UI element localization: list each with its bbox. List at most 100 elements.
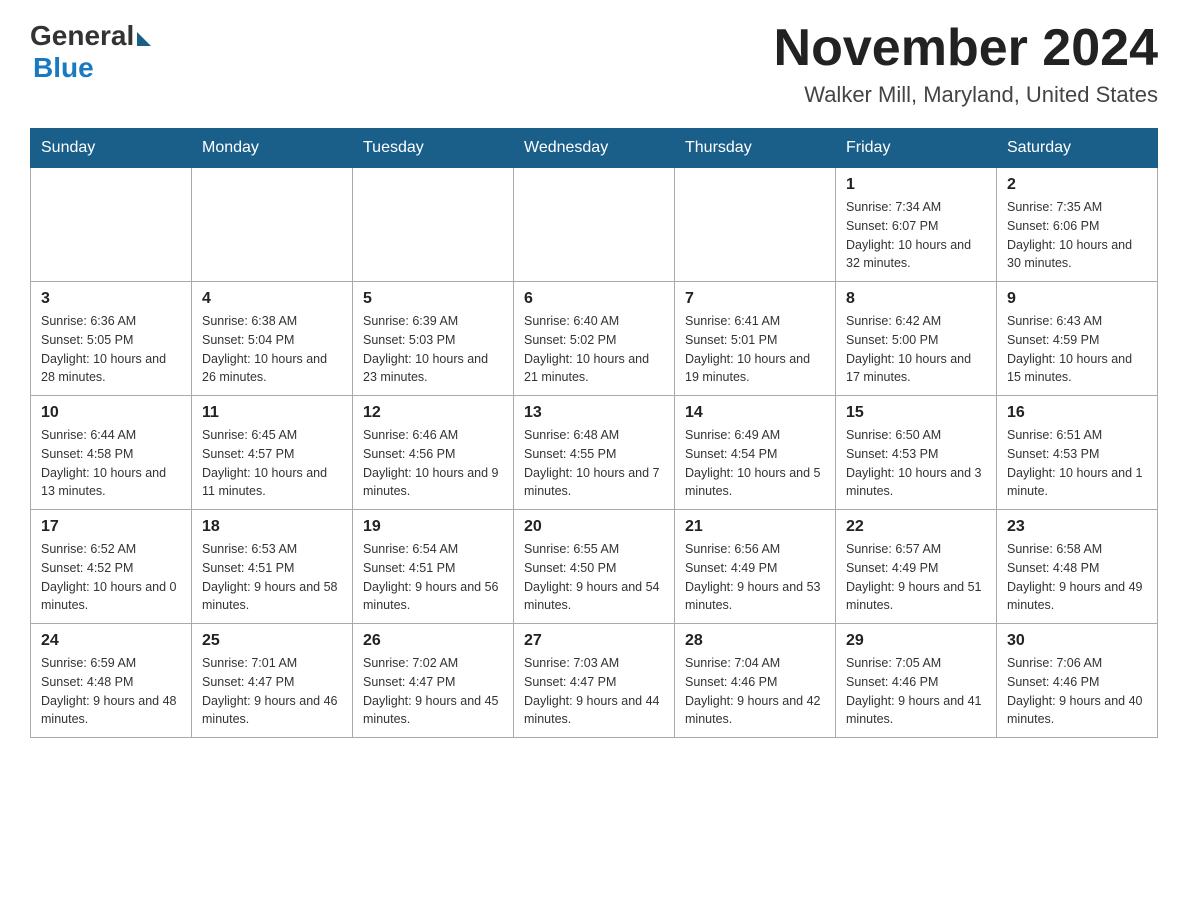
calendar-cell: 27 Sunrise: 7:03 AM Sunset: 4:47 PM Dayli… (514, 624, 675, 738)
day-info: Sunrise: 6:55 AM Sunset: 4:50 PM Dayligh… (524, 540, 664, 615)
day-number: 19 (363, 518, 503, 536)
day-info: Sunrise: 6:44 AM Sunset: 4:58 PM Dayligh… (41, 426, 181, 501)
calendar-cell: 3 Sunrise: 6:36 AM Sunset: 5:05 PM Daylig… (31, 282, 192, 396)
calendar-cell: 18 Sunrise: 6:53 AM Sunset: 4:51 PM Dayli… (192, 510, 353, 624)
logo-general-text: General (30, 20, 134, 52)
day-info: Sunrise: 7:04 AM Sunset: 4:46 PM Dayligh… (685, 654, 825, 729)
day-info: Sunrise: 6:52 AM Sunset: 4:52 PM Dayligh… (41, 540, 181, 615)
calendar-cell: 16 Sunrise: 6:51 AM Sunset: 4:53 PM Dayli… (997, 396, 1158, 510)
day-number: 9 (1007, 290, 1147, 308)
day-info: Sunrise: 6:40 AM Sunset: 5:02 PM Dayligh… (524, 312, 664, 387)
calendar-cell: 28 Sunrise: 7:04 AM Sunset: 4:46 PM Dayli… (675, 624, 836, 738)
day-number: 27 (524, 632, 664, 650)
calendar-cell: 2Sunrise: 7:35 AM Sunset: 6:06 PM Daylig… (997, 168, 1158, 282)
column-header-friday: Friday (836, 129, 997, 168)
day-info: Sunrise: 6:56 AM Sunset: 4:49 PM Dayligh… (685, 540, 825, 615)
day-number: 13 (524, 404, 664, 422)
calendar-cell: 10 Sunrise: 6:44 AM Sunset: 4:58 PM Dayli… (31, 396, 192, 510)
day-number: 8 (846, 290, 986, 308)
day-number: 20 (524, 518, 664, 536)
week-row-4: 17 Sunrise: 6:52 AM Sunset: 4:52 PM Dayli… (31, 510, 1158, 624)
day-info: Sunrise: 6:45 AM Sunset: 4:57 PM Dayligh… (202, 426, 342, 501)
calendar-cell: 26Sunrise: 7:02 AM Sunset: 4:47 PM Dayli… (353, 624, 514, 738)
calendar-cell: 17 Sunrise: 6:52 AM Sunset: 4:52 PM Dayli… (31, 510, 192, 624)
day-info: Sunrise: 6:42 AM Sunset: 5:00 PM Dayligh… (846, 312, 986, 387)
logo-arrow-icon (137, 32, 151, 46)
calendar-cell (192, 168, 353, 282)
day-info: Sunrise: 7:03 AM Sunset: 4:47 PM Dayligh… (524, 654, 664, 729)
calendar-cell: 13 Sunrise: 6:48 AM Sunset: 4:55 PM Dayli… (514, 396, 675, 510)
day-number: 4 (202, 290, 342, 308)
day-info: Sunrise: 6:58 AM Sunset: 4:48 PM Dayligh… (1007, 540, 1147, 615)
day-info: Sunrise: 6:43 AM Sunset: 4:59 PM Dayligh… (1007, 312, 1147, 387)
calendar-cell: 14 Sunrise: 6:49 AM Sunset: 4:54 PM Dayli… (675, 396, 836, 510)
day-info: Sunrise: 6:53 AM Sunset: 4:51 PM Dayligh… (202, 540, 342, 615)
day-number: 1 (846, 176, 986, 194)
calendar-cell: 15 Sunrise: 6:50 AM Sunset: 4:53 PM Dayli… (836, 396, 997, 510)
calendar-cell: 30Sunrise: 7:06 AM Sunset: 4:46 PM Dayli… (997, 624, 1158, 738)
day-number: 23 (1007, 518, 1147, 536)
day-info: Sunrise: 6:38 AM Sunset: 5:04 PM Dayligh… (202, 312, 342, 387)
day-number: 22 (846, 518, 986, 536)
logo: General Blue (30, 20, 151, 84)
day-info: Sunrise: 6:54 AM Sunset: 4:51 PM Dayligh… (363, 540, 503, 615)
month-year-title: November 2024 (774, 20, 1158, 77)
day-number: 30 (1007, 632, 1147, 650)
week-row-2: 3 Sunrise: 6:36 AM Sunset: 5:05 PM Daylig… (31, 282, 1158, 396)
day-number: 2 (1007, 176, 1147, 194)
calendar-cell: 19 Sunrise: 6:54 AM Sunset: 4:51 PM Dayli… (353, 510, 514, 624)
day-number: 29 (846, 632, 986, 650)
calendar-cell: 8 Sunrise: 6:42 AM Sunset: 5:00 PM Daylig… (836, 282, 997, 396)
calendar-cell: 20 Sunrise: 6:55 AM Sunset: 4:50 PM Dayli… (514, 510, 675, 624)
day-number: 15 (846, 404, 986, 422)
day-number: 25 (202, 632, 342, 650)
calendar-cell: 11 Sunrise: 6:45 AM Sunset: 4:57 PM Dayli… (192, 396, 353, 510)
calendar-cell: 25 Sunrise: 7:01 AM Sunset: 4:47 PM Dayli… (192, 624, 353, 738)
day-number: 21 (685, 518, 825, 536)
week-row-5: 24Sunrise: 6:59 AM Sunset: 4:48 PM Dayli… (31, 624, 1158, 738)
day-info: Sunrise: 7:05 AM Sunset: 4:46 PM Dayligh… (846, 654, 986, 729)
day-info: Sunrise: 6:41 AM Sunset: 5:01 PM Dayligh… (685, 312, 825, 387)
day-info: Sunrise: 7:34 AM Sunset: 6:07 PM Dayligh… (846, 198, 986, 273)
day-number: 28 (685, 632, 825, 650)
calendar-cell (514, 168, 675, 282)
column-header-monday: Monday (192, 129, 353, 168)
day-info: Sunrise: 6:48 AM Sunset: 4:55 PM Dayligh… (524, 426, 664, 501)
day-number: 24 (41, 632, 181, 650)
day-number: 14 (685, 404, 825, 422)
day-number: 10 (41, 404, 181, 422)
day-info: Sunrise: 6:36 AM Sunset: 5:05 PM Dayligh… (41, 312, 181, 387)
day-number: 11 (202, 404, 342, 422)
day-number: 3 (41, 290, 181, 308)
day-info: Sunrise: 6:51 AM Sunset: 4:53 PM Dayligh… (1007, 426, 1147, 501)
calendar-cell: 21 Sunrise: 6:56 AM Sunset: 4:49 PM Dayli… (675, 510, 836, 624)
day-number: 16 (1007, 404, 1147, 422)
day-info: Sunrise: 6:49 AM Sunset: 4:54 PM Dayligh… (685, 426, 825, 501)
week-row-1: 1 Sunrise: 7:34 AM Sunset: 6:07 PM Daylig… (31, 168, 1158, 282)
calendar-cell: 29 Sunrise: 7:05 AM Sunset: 4:46 PM Dayli… (836, 624, 997, 738)
calendar-cell: 6 Sunrise: 6:40 AM Sunset: 5:02 PM Daylig… (514, 282, 675, 396)
day-number: 12 (363, 404, 503, 422)
day-number: 17 (41, 518, 181, 536)
logo-blue-text: Blue (33, 52, 94, 84)
calendar-cell: 5Sunrise: 6:39 AM Sunset: 5:03 PM Daylig… (353, 282, 514, 396)
day-info: Sunrise: 6:50 AM Sunset: 4:53 PM Dayligh… (846, 426, 986, 501)
day-info: Sunrise: 7:01 AM Sunset: 4:47 PM Dayligh… (202, 654, 342, 729)
day-number: 6 (524, 290, 664, 308)
calendar-cell: 9 Sunrise: 6:43 AM Sunset: 4:59 PM Daylig… (997, 282, 1158, 396)
week-row-3: 10 Sunrise: 6:44 AM Sunset: 4:58 PM Dayli… (31, 396, 1158, 510)
day-number: 18 (202, 518, 342, 536)
day-info: Sunrise: 6:57 AM Sunset: 4:49 PM Dayligh… (846, 540, 986, 615)
calendar-cell: 23 Sunrise: 6:58 AM Sunset: 4:48 PM Dayli… (997, 510, 1158, 624)
calendar-cell: 7 Sunrise: 6:41 AM Sunset: 5:01 PM Daylig… (675, 282, 836, 396)
calendar-cell (675, 168, 836, 282)
calendar-cell: 22 Sunrise: 6:57 AM Sunset: 4:49 PM Dayli… (836, 510, 997, 624)
calendar-table: SundayMondayTuesdayWednesdayThursdayFrid… (30, 128, 1158, 738)
column-header-saturday: Saturday (997, 129, 1158, 168)
calendar-cell: 1 Sunrise: 7:34 AM Sunset: 6:07 PM Daylig… (836, 168, 997, 282)
column-header-tuesday: Tuesday (353, 129, 514, 168)
location-subtitle: Walker Mill, Maryland, United States (774, 82, 1158, 108)
calendar-header-row: SundayMondayTuesdayWednesdayThursdayFrid… (31, 129, 1158, 168)
day-number: 7 (685, 290, 825, 308)
calendar-cell: 4 Sunrise: 6:38 AM Sunset: 5:04 PM Daylig… (192, 282, 353, 396)
